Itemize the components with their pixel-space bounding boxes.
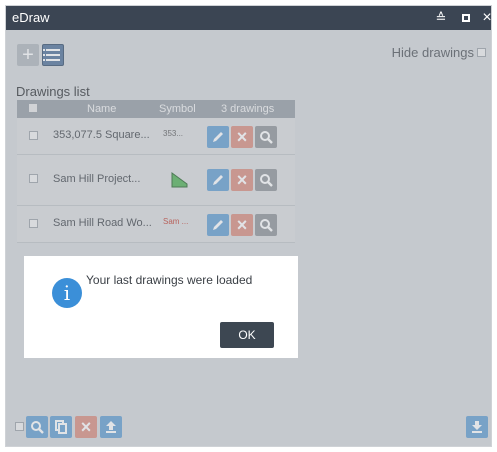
message-dialog: i Your last drawings were loaded OK	[24, 256, 298, 358]
collapse-icon[interactable]: ≙	[432, 9, 450, 27]
ok-button[interactable]: OK	[220, 322, 274, 348]
title-bar: eDraw ≙ ×	[6, 6, 491, 30]
window-title: eDraw	[12, 10, 50, 25]
info-icon: i	[52, 278, 82, 308]
maximize-icon[interactable]	[457, 9, 475, 27]
modal-overlay	[6, 30, 491, 446]
edraw-window: eDraw ≙ × + Hide drawings Drawings list …	[5, 5, 492, 447]
dialog-message: Your last drawings were loaded	[86, 273, 253, 287]
close-icon[interactable]: ×	[478, 9, 491, 27]
